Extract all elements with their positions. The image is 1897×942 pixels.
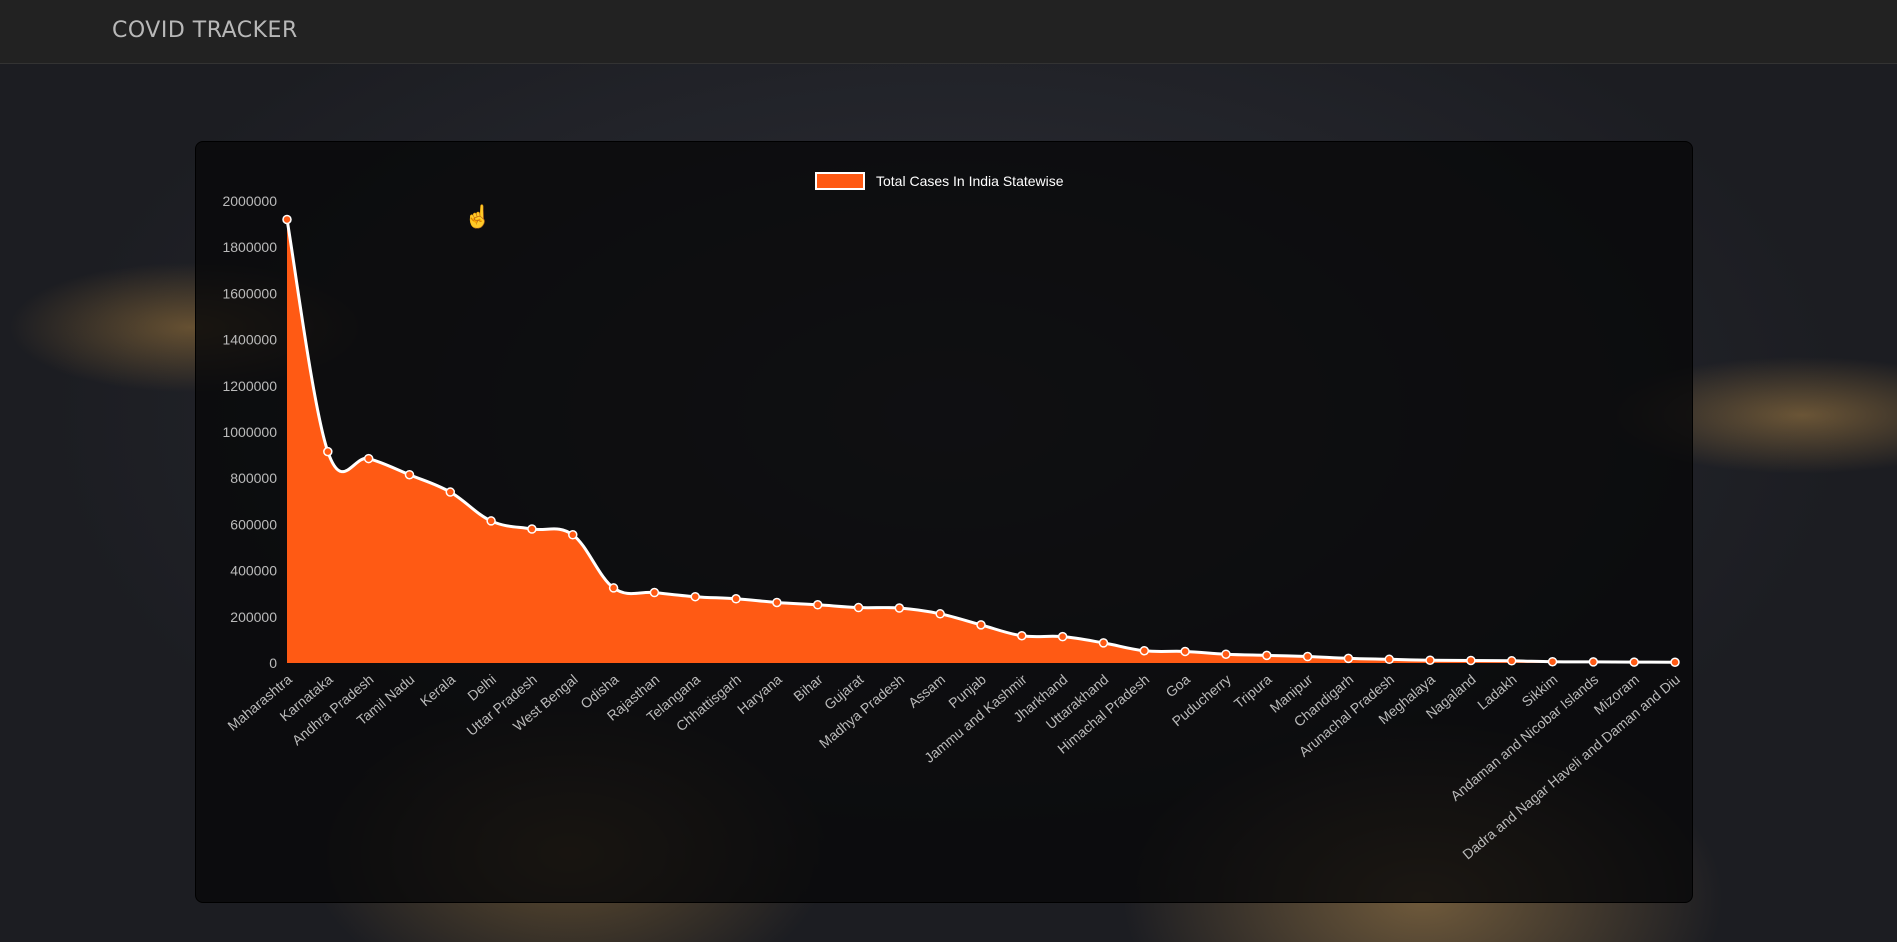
data-point[interactable]: [649, 587, 660, 598]
y-tick-label: 1800000: [222, 239, 277, 255]
data-point[interactable]: [976, 620, 986, 630]
data-point[interactable]: [1098, 638, 1109, 648]
data-point[interactable]: [445, 487, 456, 497]
data-point[interactable]: [1506, 656, 1517, 666]
data-point[interactable]: [1384, 654, 1394, 665]
y-tick-label: 1400000: [222, 332, 277, 348]
data-point[interactable]: [486, 516, 496, 526]
data-point[interactable]: [894, 603, 905, 613]
x-tick-label: Goa: [1162, 671, 1193, 700]
chart-legend[interactable]: Total Cases In India Statewise: [815, 172, 1064, 190]
data-point[interactable]: [1057, 631, 1068, 642]
data-point[interactable]: [568, 530, 578, 540]
data-point[interactable]: [1221, 649, 1231, 659]
data-point[interactable]: [282, 214, 292, 225]
legend-label: Total Cases In India Statewise: [876, 173, 1064, 189]
data-point[interactable]: [935, 609, 945, 619]
y-tick-label: 600000: [230, 516, 277, 532]
brand-title[interactable]: COVID TRACKER: [112, 18, 298, 43]
y-tick-label: 400000: [230, 563, 277, 579]
x-tick-label: Kerala: [417, 671, 458, 709]
x-tick-label: Uttar Pradesh: [463, 671, 539, 739]
y-tick-label: 800000: [230, 470, 277, 486]
data-point[interactable]: [1466, 655, 1476, 666]
x-tick-label: Maharashtra: [224, 671, 295, 734]
y-tick-label: 200000: [230, 609, 277, 625]
y-tick-label: 1000000: [222, 424, 277, 440]
data-point[interactable]: [1343, 653, 1354, 664]
x-tick-label: Delhi: [464, 671, 499, 704]
data-point[interactable]: [323, 446, 333, 457]
data-point[interactable]: [1302, 651, 1313, 662]
legend-swatch: [815, 172, 865, 190]
data-point[interactable]: [1425, 655, 1435, 665]
data-point[interactable]: [404, 469, 415, 480]
y-tick-label: 2000000: [222, 193, 277, 209]
chart-panel: Total Cases In India Statewise 0 200000 40…: [195, 141, 1693, 903]
x-tick-label: Haryana: [734, 671, 785, 717]
x-tick-label: Bihar: [790, 671, 826, 704]
x-axis: MaharashtraKarnatakaAndhra PradeshTamil …: [224, 671, 1682, 863]
data-point[interactable]: [1588, 657, 1599, 667]
x-tick-label: Ladakh: [1474, 671, 1519, 713]
data-point[interactable]: [608, 583, 619, 593]
cases-area-chart: Total Cases In India Statewise 0 200000 40…: [222, 172, 1683, 863]
data-point[interactable]: [731, 594, 741, 604]
data-point[interactable]: [812, 600, 823, 610]
data-point[interactable]: [853, 602, 864, 613]
data-point[interactable]: [1139, 646, 1150, 656]
data-point[interactable]: [1670, 657, 1680, 667]
x-tick-label: Andaman and Nicobar Islands: [1447, 671, 1601, 804]
data-point[interactable]: [1547, 656, 1558, 667]
series-area: [287, 219, 1675, 663]
data-point[interactable]: [690, 591, 700, 602]
data-point[interactable]: [1017, 630, 1027, 641]
data-point[interactable]: [363, 453, 374, 464]
data-point[interactable]: [1629, 657, 1639, 667]
data-point[interactable]: [772, 597, 782, 608]
data-point[interactable]: [1180, 646, 1190, 657]
y-tick-label: 1600000: [222, 285, 277, 301]
x-tick-label: Assam: [905, 671, 948, 711]
pointer-cursor-icon: ☝: [464, 204, 492, 229]
data-point[interactable]: [1262, 650, 1272, 661]
data-point[interactable]: [527, 524, 537, 534]
y-tick-label: 0: [269, 655, 277, 671]
navbar: COVID TRACKER: [0, 0, 1897, 64]
y-axis: 0 200000 400000 600000 800000 1000000 1200000 1…: [222, 193, 277, 671]
y-tick-label: 1200000: [222, 378, 277, 394]
